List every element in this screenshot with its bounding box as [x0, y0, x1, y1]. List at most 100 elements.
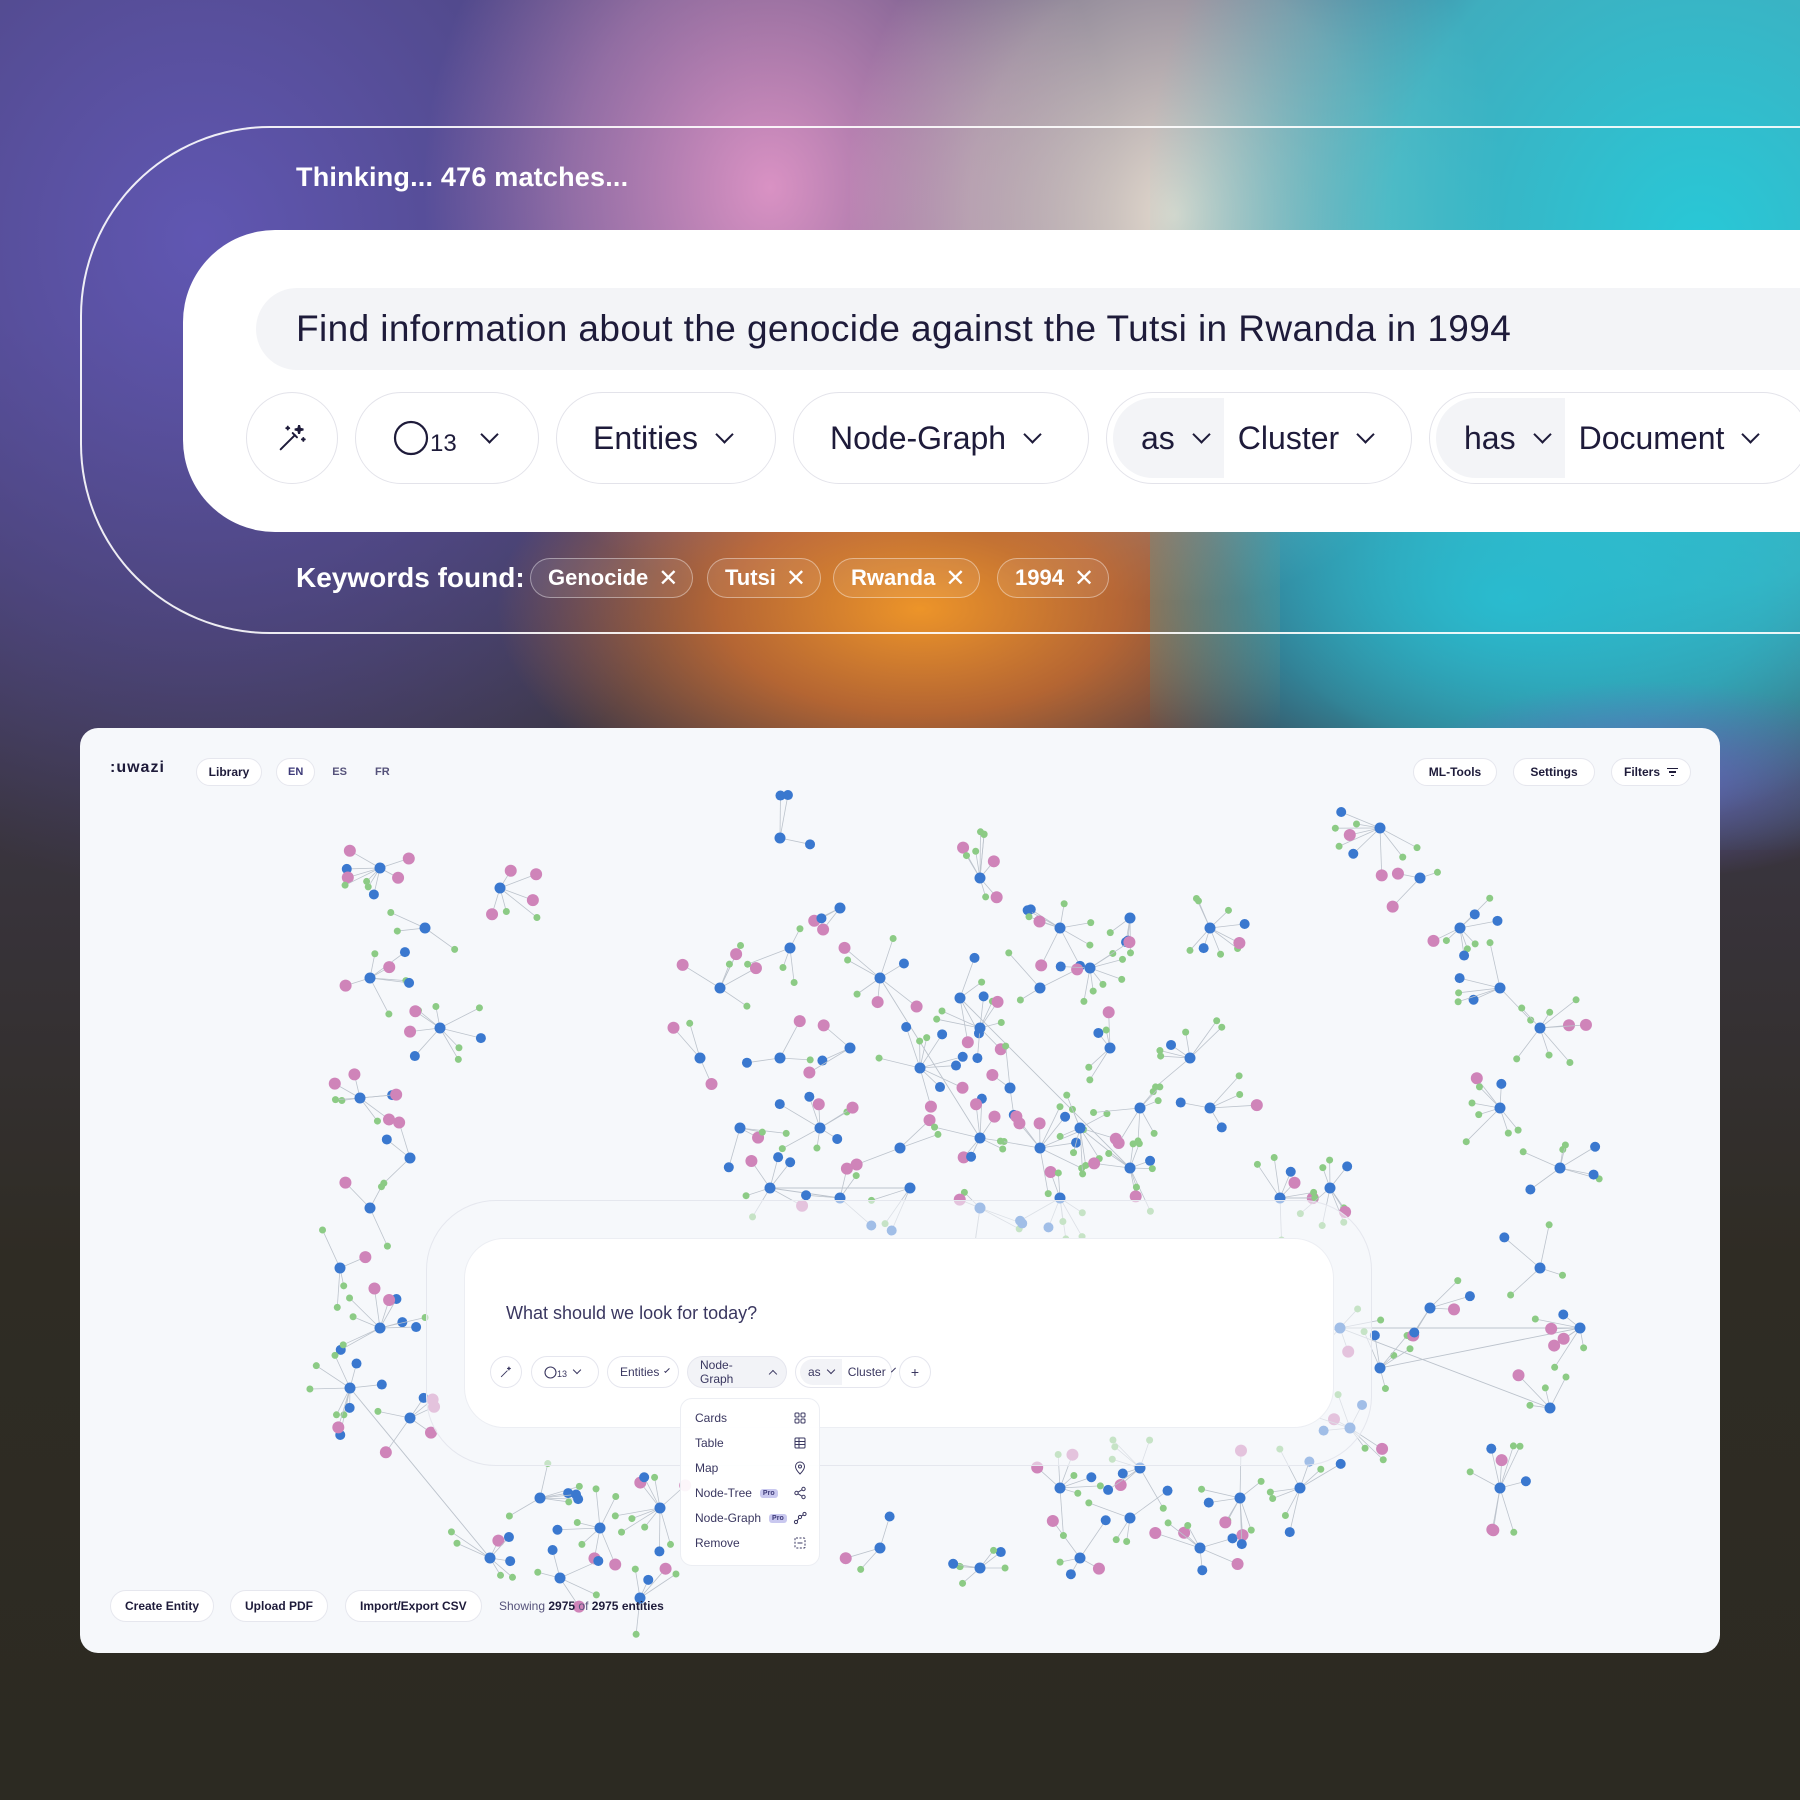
graph-node[interactable] [743, 1002, 751, 1010]
graph-node[interactable] [639, 1472, 650, 1483]
graph-node[interactable] [840, 1162, 853, 1175]
query-input[interactable]: Find information about the genocide agai… [256, 288, 1800, 370]
graph-node[interactable] [1468, 1099, 1476, 1107]
graph-hub-node[interactable] [774, 832, 786, 844]
close-icon[interactable]: ✕ [658, 564, 678, 593]
graph-hub-node[interactable] [344, 1382, 356, 1394]
graph-node[interactable] [654, 1546, 665, 1557]
graph-hub-node[interactable] [1494, 1482, 1506, 1494]
graph-node[interactable] [778, 1145, 786, 1153]
graph-node[interactable] [1579, 1018, 1592, 1031]
graph-node[interactable] [1236, 1090, 1244, 1098]
graph-node[interactable] [1035, 959, 1048, 972]
graph-node[interactable] [1055, 961, 1066, 972]
graph-hub-node[interactable] [1054, 922, 1066, 934]
graph-node[interactable] [1150, 1129, 1158, 1137]
graph-node[interactable] [923, 1034, 931, 1042]
graph-hub-node[interactable] [404, 1152, 416, 1164]
graph-node[interactable] [991, 995, 1004, 1008]
graph-node[interactable] [1079, 1170, 1087, 1178]
graph-hub-node[interactable] [594, 1522, 606, 1534]
graph-node[interactable] [1454, 1277, 1462, 1285]
graph-node[interactable] [1235, 1072, 1243, 1080]
graph-node[interactable] [889, 934, 897, 942]
graph-node[interactable] [1070, 1149, 1078, 1157]
graph-node[interactable] [1001, 1564, 1009, 1572]
graph-node[interactable] [745, 1154, 758, 1167]
graph-node[interactable] [571, 1489, 582, 1500]
graph-node[interactable] [1475, 1083, 1483, 1091]
graph-node[interactable] [641, 1523, 649, 1531]
graph-node[interactable] [1454, 998, 1462, 1006]
graph-node[interactable] [332, 1411, 340, 1419]
graph-hub-node[interactable] [844, 1042, 856, 1054]
graph-node[interactable] [730, 948, 743, 961]
graph-node[interactable] [1361, 1444, 1369, 1452]
graph-node[interactable] [1156, 1083, 1164, 1091]
depth-dropdown[interactable]: 13 [355, 392, 539, 484]
graph-node[interactable] [399, 947, 410, 958]
as-selector[interactable]: as [800, 1359, 842, 1385]
graph-node[interactable] [1099, 980, 1107, 988]
graph-node[interactable] [1514, 1126, 1522, 1134]
graph-hub-node[interactable] [419, 922, 431, 934]
node-graph[interactable] [80, 728, 1720, 1653]
as-cluster-dropdown[interactable]: as Cluster [1106, 392, 1412, 484]
library-button[interactable]: Library [196, 758, 262, 786]
graph-node[interactable] [1118, 975, 1126, 983]
graph-node[interactable] [995, 1547, 1006, 1558]
graph-node[interactable] [379, 1446, 392, 1459]
graph-node[interactable] [676, 958, 689, 971]
graph-hub-node[interactable] [1544, 1402, 1556, 1414]
graph-node[interactable] [1005, 949, 1013, 957]
graph-node[interactable] [1074, 1489, 1082, 1497]
graph-node[interactable] [782, 1129, 790, 1137]
keyword-chip[interactable]: 1994 ✕ [997, 558, 1110, 598]
graph-hub-node[interactable] [1494, 1102, 1506, 1114]
graph-hub-node[interactable] [1004, 1082, 1016, 1094]
graph-node[interactable] [390, 1088, 403, 1101]
graph-node[interactable] [1162, 1485, 1173, 1496]
graph-node[interactable] [404, 1025, 417, 1038]
graph-node[interactable] [838, 941, 851, 954]
graph-node[interactable] [1059, 1532, 1067, 1540]
graph-node[interactable] [565, 1498, 573, 1506]
graph-node[interactable] [1454, 973, 1465, 984]
graph-node[interactable] [1495, 1454, 1508, 1467]
graph-node[interactable] [332, 1421, 345, 1434]
graph-node[interactable] [1516, 1442, 1524, 1450]
graph-hub-node[interactable] [1074, 1552, 1086, 1564]
settings-button[interactable]: Settings [1513, 758, 1595, 786]
chat-box[interactable] [464, 1238, 1334, 1428]
graph-node[interactable] [504, 864, 517, 877]
graph-node[interactable] [1343, 829, 1356, 842]
language-en[interactable]: EN [276, 758, 316, 786]
graph-node[interactable] [592, 1485, 600, 1493]
graph-hub-node[interactable] [404, 1412, 416, 1424]
graph-node[interactable] [575, 1482, 583, 1490]
graph-node[interactable] [339, 979, 352, 992]
magic-button[interactable] [490, 1356, 522, 1388]
graph-node[interactable] [505, 1556, 516, 1567]
graph-node[interactable] [997, 1019, 1005, 1027]
graph-node[interactable] [839, 1552, 852, 1565]
document-selector[interactable]: Document [1565, 420, 1792, 457]
graph-node[interactable] [1459, 950, 1470, 961]
graph-node[interactable] [1464, 1291, 1475, 1302]
graph-node[interactable] [723, 1162, 734, 1173]
graph-node[interactable] [1033, 1117, 1046, 1130]
graph-node[interactable] [526, 894, 539, 907]
graph-node[interactable] [377, 1183, 385, 1191]
graph-node[interactable] [1509, 1442, 1517, 1450]
graph-node[interactable] [666, 1540, 674, 1548]
graph-node[interactable] [611, 1512, 619, 1520]
graph-node[interactable] [1102, 1006, 1115, 1019]
graph-node[interactable] [817, 1055, 828, 1066]
graph-node[interactable] [1182, 1028, 1190, 1036]
graph-node[interactable] [857, 1565, 865, 1573]
graph-node[interactable] [741, 1057, 752, 1068]
graph-node[interactable] [368, 889, 379, 900]
close-icon[interactable]: ✕ [945, 564, 965, 593]
chat-input[interactable]: What should we look for today? [506, 1303, 757, 1324]
graph-node[interactable] [1197, 1565, 1208, 1576]
